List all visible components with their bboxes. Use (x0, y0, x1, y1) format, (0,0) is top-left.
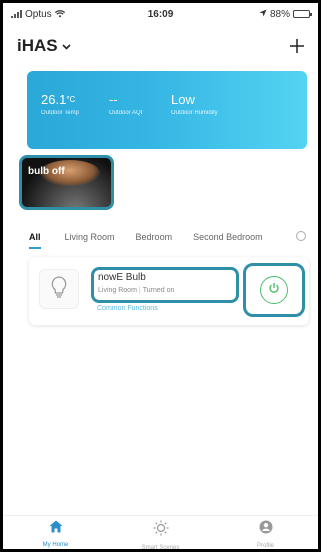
outdoor-humidity: Low Outdoor Humidity (171, 93, 261, 149)
signal-icon (11, 10, 22, 18)
scene-label: bulb off (28, 166, 65, 177)
sun-icon (153, 520, 169, 541)
nav-label-scenes: Smart Scenes (141, 545, 180, 551)
home-icon (49, 520, 63, 538)
common-functions-link[interactable]: Common Functions (97, 305, 158, 312)
device-info[interactable]: nowE Bulb Living Room | Turned on (91, 267, 239, 303)
tab-bedroom[interactable]: Bedroom (136, 232, 173, 242)
home-selector[interactable]: iHAS (17, 36, 71, 56)
chevron-down-icon (62, 41, 71, 53)
humidity-value: Low (171, 92, 195, 107)
status-right: 88% (259, 8, 312, 20)
power-button-highlight (243, 263, 305, 317)
battery-percent: 88% (269, 8, 290, 20)
bulb-icon (49, 275, 69, 304)
nav-profile[interactable]: Profile (213, 516, 318, 549)
device-room: Living Room (98, 287, 137, 294)
app-frame: Optus 16:09 88% iHAS 26.1°C Outdoor Temp… (0, 0, 321, 552)
aqi-label: Outdoor AQI (109, 110, 143, 116)
weather-card[interactable]: 26.1°C Outdoor Temp -- Outdoor AQI Low O… (27, 71, 307, 149)
tab-second-bedroom[interactable]: Second Bedroom (193, 232, 263, 242)
nav-smart-scenes[interactable]: Smart Scenes (108, 516, 213, 549)
room-settings-icon[interactable] (296, 231, 306, 241)
profile-icon (259, 520, 273, 539)
outdoor-aqi: -- Outdoor AQI (109, 93, 171, 149)
tab-living-room[interactable]: Living Room (65, 232, 115, 242)
add-device-button[interactable] (290, 34, 304, 58)
home-name: iHAS (17, 36, 58, 55)
tab-all[interactable]: All (29, 232, 41, 249)
plus-icon (290, 32, 304, 59)
room-tabs: All Living Room Bedroom Second Bedroom (3, 225, 318, 249)
device-meta: Living Room | Turned on (98, 287, 175, 294)
app-header: iHAS (3, 31, 318, 61)
aqi-value: -- (109, 92, 118, 107)
power-icon (268, 281, 280, 299)
nav-my-home[interactable]: My Home (3, 516, 108, 549)
power-button[interactable] (260, 276, 288, 304)
device-icon-box (39, 269, 79, 309)
status-left: Optus (11, 9, 65, 20)
nav-label-home: My Home (42, 542, 69, 548)
carrier-label: Optus (25, 8, 52, 20)
device-card[interactable]: nowE Bulb Living Room | Turned on Common F… (29, 257, 309, 325)
bottom-nav: My Home Smart Scenes Profile (3, 515, 318, 549)
nav-label-profile: Profile (256, 543, 274, 549)
temp-unit: °C (66, 95, 76, 104)
humidity-label: Outdoor Humidity (171, 110, 218, 116)
temp-label: Outdoor Temp (41, 110, 79, 116)
device-name: nowE Bulb (98, 272, 146, 283)
temp-value: 26.1 (41, 92, 67, 107)
battery-icon (293, 10, 312, 18)
device-status: Turned on (142, 287, 175, 294)
scene-tile-bulb-off[interactable]: bulb off (19, 155, 114, 210)
location-icon (259, 9, 267, 20)
wifi-icon (54, 10, 65, 18)
status-bar: Optus 16:09 88% (3, 3, 318, 25)
outdoor-temp: 26.1°C Outdoor Temp (41, 93, 109, 149)
